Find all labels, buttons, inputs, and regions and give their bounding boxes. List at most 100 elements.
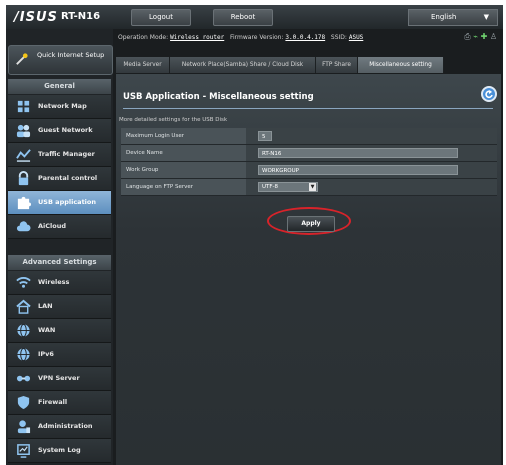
- nav-label: Traffic Manager: [38, 150, 95, 158]
- table-row: Work Group WORKGROUP: [121, 162, 497, 179]
- status-icons: ⎙ ⌁ ✚ ♙: [464, 32, 497, 42]
- user-icon[interactable]: ♙: [490, 32, 497, 41]
- cloud-icon: [16, 221, 31, 232]
- sidebar: Quick Internet Setup General Network Map…: [6, 29, 113, 465]
- general-section-header: General: [8, 79, 111, 94]
- lock-icon: [18, 171, 29, 186]
- language-select[interactable]: English ▼: [408, 9, 498, 26]
- nav-administration[interactable]: Administration: [8, 415, 111, 439]
- nav-label: Guest Network: [38, 126, 93, 134]
- puzzle-icon: [17, 196, 31, 210]
- nav-label: IPv6: [38, 350, 54, 358]
- max-login-user-cell: 5: [246, 128, 497, 144]
- model-name: RT-N16: [61, 11, 101, 22]
- title-divider: [123, 108, 493, 109]
- table-row: Language on FTP Server UTF-8 ▼: [121, 179, 497, 196]
- traffic-manager-icon: [16, 149, 31, 162]
- nav-parental-control[interactable]: Parental control: [8, 167, 111, 191]
- nav-aicloud[interactable]: AiCloud: [8, 215, 111, 239]
- nav-label: USB application: [38, 198, 96, 206]
- nav-guest-network[interactable]: Guest Network: [8, 119, 111, 143]
- chevron-down-icon: ▼: [309, 183, 316, 191]
- nav-traffic-manager[interactable]: Traffic Manager: [8, 143, 111, 167]
- quick-internet-setup-button[interactable]: Quick Internet Setup: [8, 45, 113, 75]
- system-log-icon: [17, 444, 30, 458]
- firmware-link[interactable]: 3.0.0.4.178: [285, 34, 325, 41]
- nav-lan[interactable]: LAN: [8, 295, 111, 319]
- printer-icon[interactable]: ⎙: [464, 32, 470, 41]
- ssid-label: SSID:: [330, 34, 347, 41]
- ftp-language-select[interactable]: UTF-8 ▼: [258, 182, 318, 192]
- network-map-icon: [17, 100, 30, 113]
- tab-miscellaneous-setting[interactable]: Miscellaneous setting: [358, 57, 444, 73]
- chevron-down-icon: ▼: [483, 13, 489, 21]
- nav-usb-application[interactable]: USB application: [8, 191, 111, 215]
- nav-network-map[interactable]: Network Map: [8, 95, 111, 119]
- globe-icon: [17, 347, 30, 362]
- nav-label: Firewall: [38, 398, 68, 406]
- settings-panel: USB Application - Miscellaneous setting …: [116, 74, 501, 465]
- ftp-language-value: UTF-8: [262, 184, 279, 190]
- nav-firewall[interactable]: Firewall: [8, 391, 111, 415]
- nav-label: Administration: [38, 422, 93, 430]
- nav-vpn-server[interactable]: VPN Server: [8, 367, 111, 391]
- back-button[interactable]: [481, 86, 497, 102]
- device-name-cell: RT-N16: [246, 145, 497, 161]
- ftp-language-label: Language on FTP Server: [121, 179, 246, 195]
- firmware-label: Firmware Version:: [229, 34, 284, 41]
- nav-wan[interactable]: WAN: [8, 319, 111, 343]
- work-group-cell: WORKGROUP: [246, 162, 497, 178]
- tab-ftp-share[interactable]: FTP Share: [316, 57, 358, 73]
- asus-logo: /ISUS: [14, 10, 58, 25]
- op-mode-label: Operation Mode:: [118, 34, 169, 41]
- ftp-language-cell: UTF-8 ▼: [246, 179, 497, 195]
- page-title: USB Application - Miscellaneous setting: [123, 92, 314, 102]
- advanced-section-header: Advanced Settings: [8, 255, 111, 270]
- nav-label: AiCloud: [38, 222, 67, 230]
- device-name-input[interactable]: RT-N16: [258, 148, 458, 158]
- nav-label: Wireless: [38, 278, 70, 286]
- tab-network-place[interactable]: Network Place(Samba) Share / Cloud Disk: [170, 57, 316, 73]
- nav-ipv6[interactable]: IPv6: [8, 343, 111, 367]
- work-group-label: Work Group: [121, 162, 246, 178]
- shield-icon: [17, 395, 30, 410]
- vpn-icon: [16, 375, 31, 382]
- nav-label: VPN Server: [38, 374, 80, 382]
- usb-icon[interactable]: ⌁: [473, 32, 478, 41]
- globe-icon: [17, 323, 30, 338]
- guest-network-icon: [16, 124, 31, 138]
- home-icon: [16, 299, 31, 314]
- status-bar: Operation Mode: Wireless router Firmware…: [118, 31, 501, 45]
- wifi-icon: [16, 277, 31, 288]
- apply-button[interactable]: Apply: [287, 216, 335, 232]
- max-login-user-label: Maximum Login User: [121, 128, 246, 144]
- nav-label: System Log: [38, 446, 81, 454]
- nav-system-log[interactable]: System Log: [8, 439, 111, 463]
- ssid-link[interactable]: ASUS: [349, 34, 363, 41]
- reboot-button[interactable]: Reboot: [213, 9, 273, 26]
- page-description: More detailed settings for the USB Disk: [119, 117, 228, 123]
- top-bar: /ISUS RT-N16 Logout Reboot English ▼: [6, 5, 503, 29]
- network-status-icon[interactable]: ✚: [481, 32, 488, 41]
- device-name-label: Device Name: [121, 145, 246, 161]
- table-row: Maximum Login User 5: [121, 128, 497, 145]
- work-group-input[interactable]: WORKGROUP: [258, 165, 458, 175]
- magic-wand-icon: [16, 53, 28, 65]
- table-row: Device Name RT-N16: [121, 145, 497, 162]
- nav-label: Parental control: [38, 174, 98, 182]
- nav-label: WAN: [38, 326, 56, 334]
- tab-media-server[interactable]: Media Server: [116, 57, 170, 73]
- quick-setup-label: Quick Internet Setup: [37, 51, 105, 59]
- max-login-user-input[interactable]: 5: [258, 131, 272, 141]
- router-admin-window: /ISUS RT-N16 Logout Reboot English ▼ Qui…: [6, 5, 503, 465]
- op-mode-link[interactable]: Wireless router: [170, 34, 224, 41]
- tab-bar: Media Server Network Place(Samba) Share …: [116, 57, 501, 73]
- language-value: English: [431, 13, 457, 21]
- nav-label: Network Map: [38, 102, 87, 110]
- admin-icon: [17, 420, 31, 434]
- nav-label: LAN: [38, 302, 53, 310]
- settings-table: Maximum Login User 5 Device Name RT-N16 …: [121, 128, 497, 196]
- logout-button[interactable]: Logout: [131, 9, 191, 26]
- back-arrow-icon: [485, 90, 493, 99]
- nav-wireless[interactable]: Wireless: [8, 271, 111, 295]
